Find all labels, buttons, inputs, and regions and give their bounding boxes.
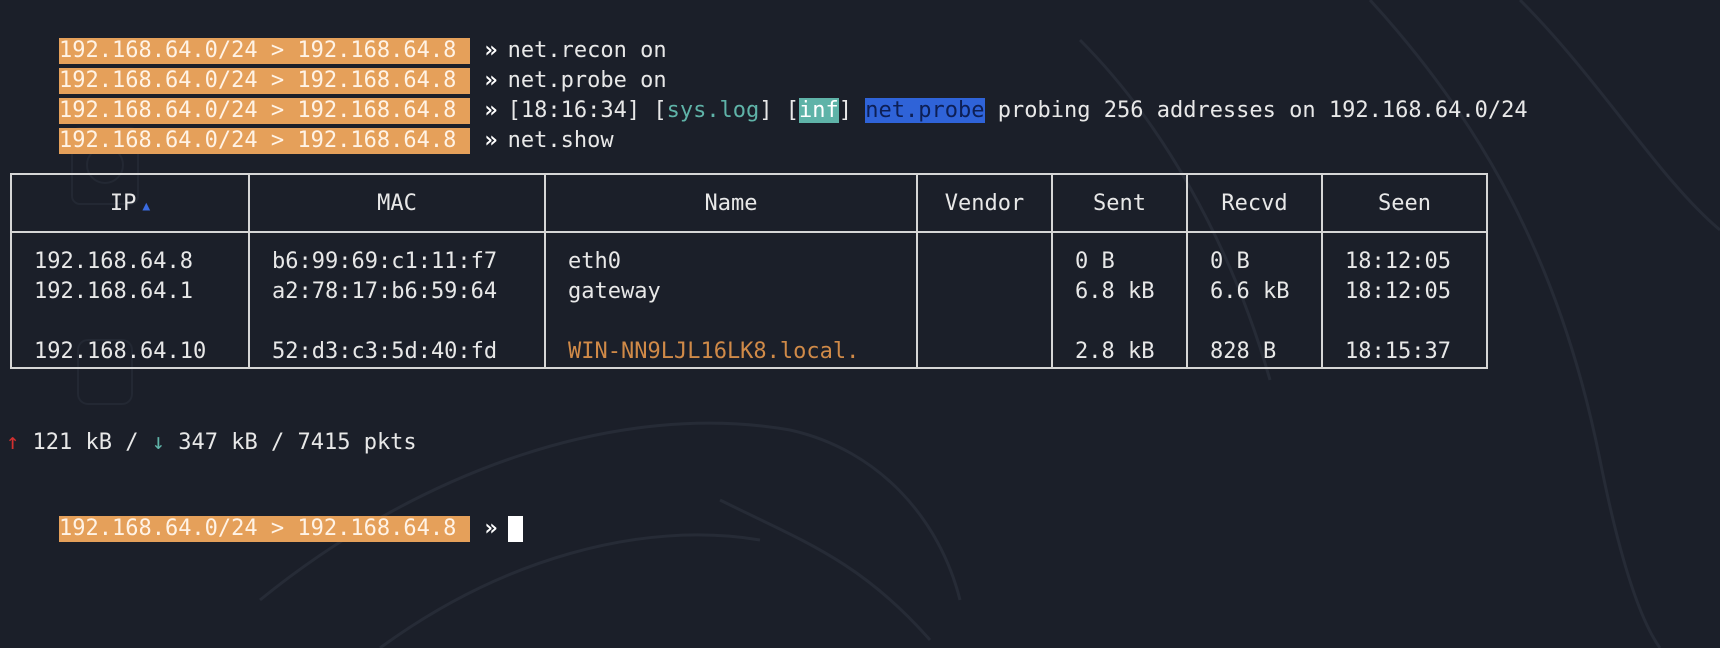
header-ip: IP ▲ bbox=[10, 174, 250, 233]
table-cell: 6.8 kB bbox=[1075, 279, 1155, 304]
table-cell: b6:99:69:c1:11:f7 bbox=[272, 249, 498, 274]
column-ip: 192.168.64.8 192.168.64.1 192.168.64.10 bbox=[10, 232, 250, 368]
header-mac: MAC bbox=[248, 174, 546, 233]
log-message: probing 256 addresses on 192.168.64.0/24 bbox=[997, 98, 1528, 123]
column-name: eth0 gateway WIN-NN9LJL16LK8.local. bbox=[544, 232, 918, 368]
history-line: 192.168.64.0/24 > 192.168.64.8 » net.show bbox=[6, 102, 614, 154]
history-line: 192.168.64.0/24 > 192.168.64.8» [18:16:34… bbox=[58, 98, 1528, 124]
table-cell: 6.6 kB bbox=[1210, 279, 1290, 304]
prompt: 192.168.64.0/24 > 192.168.64.8 bbox=[58, 128, 471, 154]
header-sent: Sent bbox=[1051, 174, 1188, 233]
table-cell: 2.8 kB bbox=[1075, 339, 1155, 364]
table-header-row: IP ▲ MAC Name Vendor Sent Recvd Seen bbox=[10, 174, 1488, 233]
sort-ascending-icon: ▲ bbox=[142, 198, 151, 214]
table-cell: 0 B bbox=[1075, 249, 1115, 274]
log-source: sys.log bbox=[666, 98, 760, 123]
prompt: 192.168.64.0/24 > 192.168.64.8 bbox=[58, 516, 471, 542]
download-total: 347 kB bbox=[178, 430, 258, 455]
table-cell: WIN-NN9LJL16LK8.local. bbox=[568, 339, 860, 364]
hosts-table: IP ▲ MAC Name Vendor Sent Recvd Seen 192.… bbox=[10, 173, 1488, 369]
history-line: 192.168.64.0/24 > 192.168.64.8» net.recon… bbox=[6, 12, 667, 64]
column-seen: 18:12:05 18:12:05 18:15:37 bbox=[1321, 232, 1488, 368]
download-arrow-icon: ↓ bbox=[151, 430, 165, 455]
upload-arrow-icon: ↑ bbox=[6, 430, 20, 455]
table-cell: 828 B bbox=[1210, 339, 1277, 364]
table-cell: 18:12:05 bbox=[1345, 279, 1451, 304]
command-text: net.show bbox=[507, 128, 614, 153]
table-cell: 52:d3:c3:5d:40:fd bbox=[272, 339, 498, 364]
history-line: 192.168.64.0/24 > 192.168.64.8» net.probe… bbox=[6, 42, 667, 94]
column-vendor bbox=[916, 232, 1053, 368]
header-name: Name bbox=[544, 174, 918, 233]
prompt-chevron: » bbox=[484, 516, 498, 541]
column-mac: b6:99:69:c1:11:f7 a2:78:17:b6:59:64 52:d… bbox=[248, 232, 546, 368]
table-cell: 0 B bbox=[1210, 249, 1250, 274]
header-recvd: Recvd bbox=[1186, 174, 1323, 233]
table-body: 192.168.64.8 192.168.64.1 192.168.64.10 … bbox=[10, 232, 1488, 368]
table-cell: 18:15:37 bbox=[1345, 339, 1451, 364]
log-module-badge: net.probe bbox=[865, 98, 985, 123]
table-cell: 192.168.64.8 bbox=[34, 249, 193, 274]
packet-count: 7415 pkts bbox=[297, 430, 417, 455]
upload-total: 121 kB bbox=[32, 430, 112, 455]
table-cell: eth0 bbox=[568, 249, 621, 274]
table-cell: 192.168.64.1 bbox=[34, 279, 193, 304]
command-line[interactable]: 192.168.64.0/24 > 192.168.64.8 » bbox=[6, 490, 523, 542]
prompt-chevron: » bbox=[484, 128, 498, 153]
table-cell: 192.168.64.10 bbox=[34, 339, 207, 364]
column-recvd: 0 B 6.6 kB 828 B bbox=[1186, 232, 1323, 368]
header-vendor: Vendor bbox=[916, 174, 1053, 233]
column-sent: 0 B 6.8 kB 2.8 kB bbox=[1051, 232, 1188, 368]
text-cursor-icon[interactable] bbox=[507, 516, 523, 542]
terminal: 192.168.64.0/24 > 192.168.64.8» net.recon… bbox=[0, 0, 1720, 648]
table-cell: a2:78:17:b6:59:64 bbox=[272, 279, 498, 304]
traffic-stats: ↑ 121 kB / ↓ 347 kB / 7415 pkts bbox=[6, 430, 417, 455]
header-seen: Seen bbox=[1321, 174, 1488, 233]
log-level-badge: inf bbox=[799, 98, 839, 123]
table-cell: 18:12:05 bbox=[1345, 249, 1451, 274]
table-cell: gateway bbox=[568, 279, 661, 304]
